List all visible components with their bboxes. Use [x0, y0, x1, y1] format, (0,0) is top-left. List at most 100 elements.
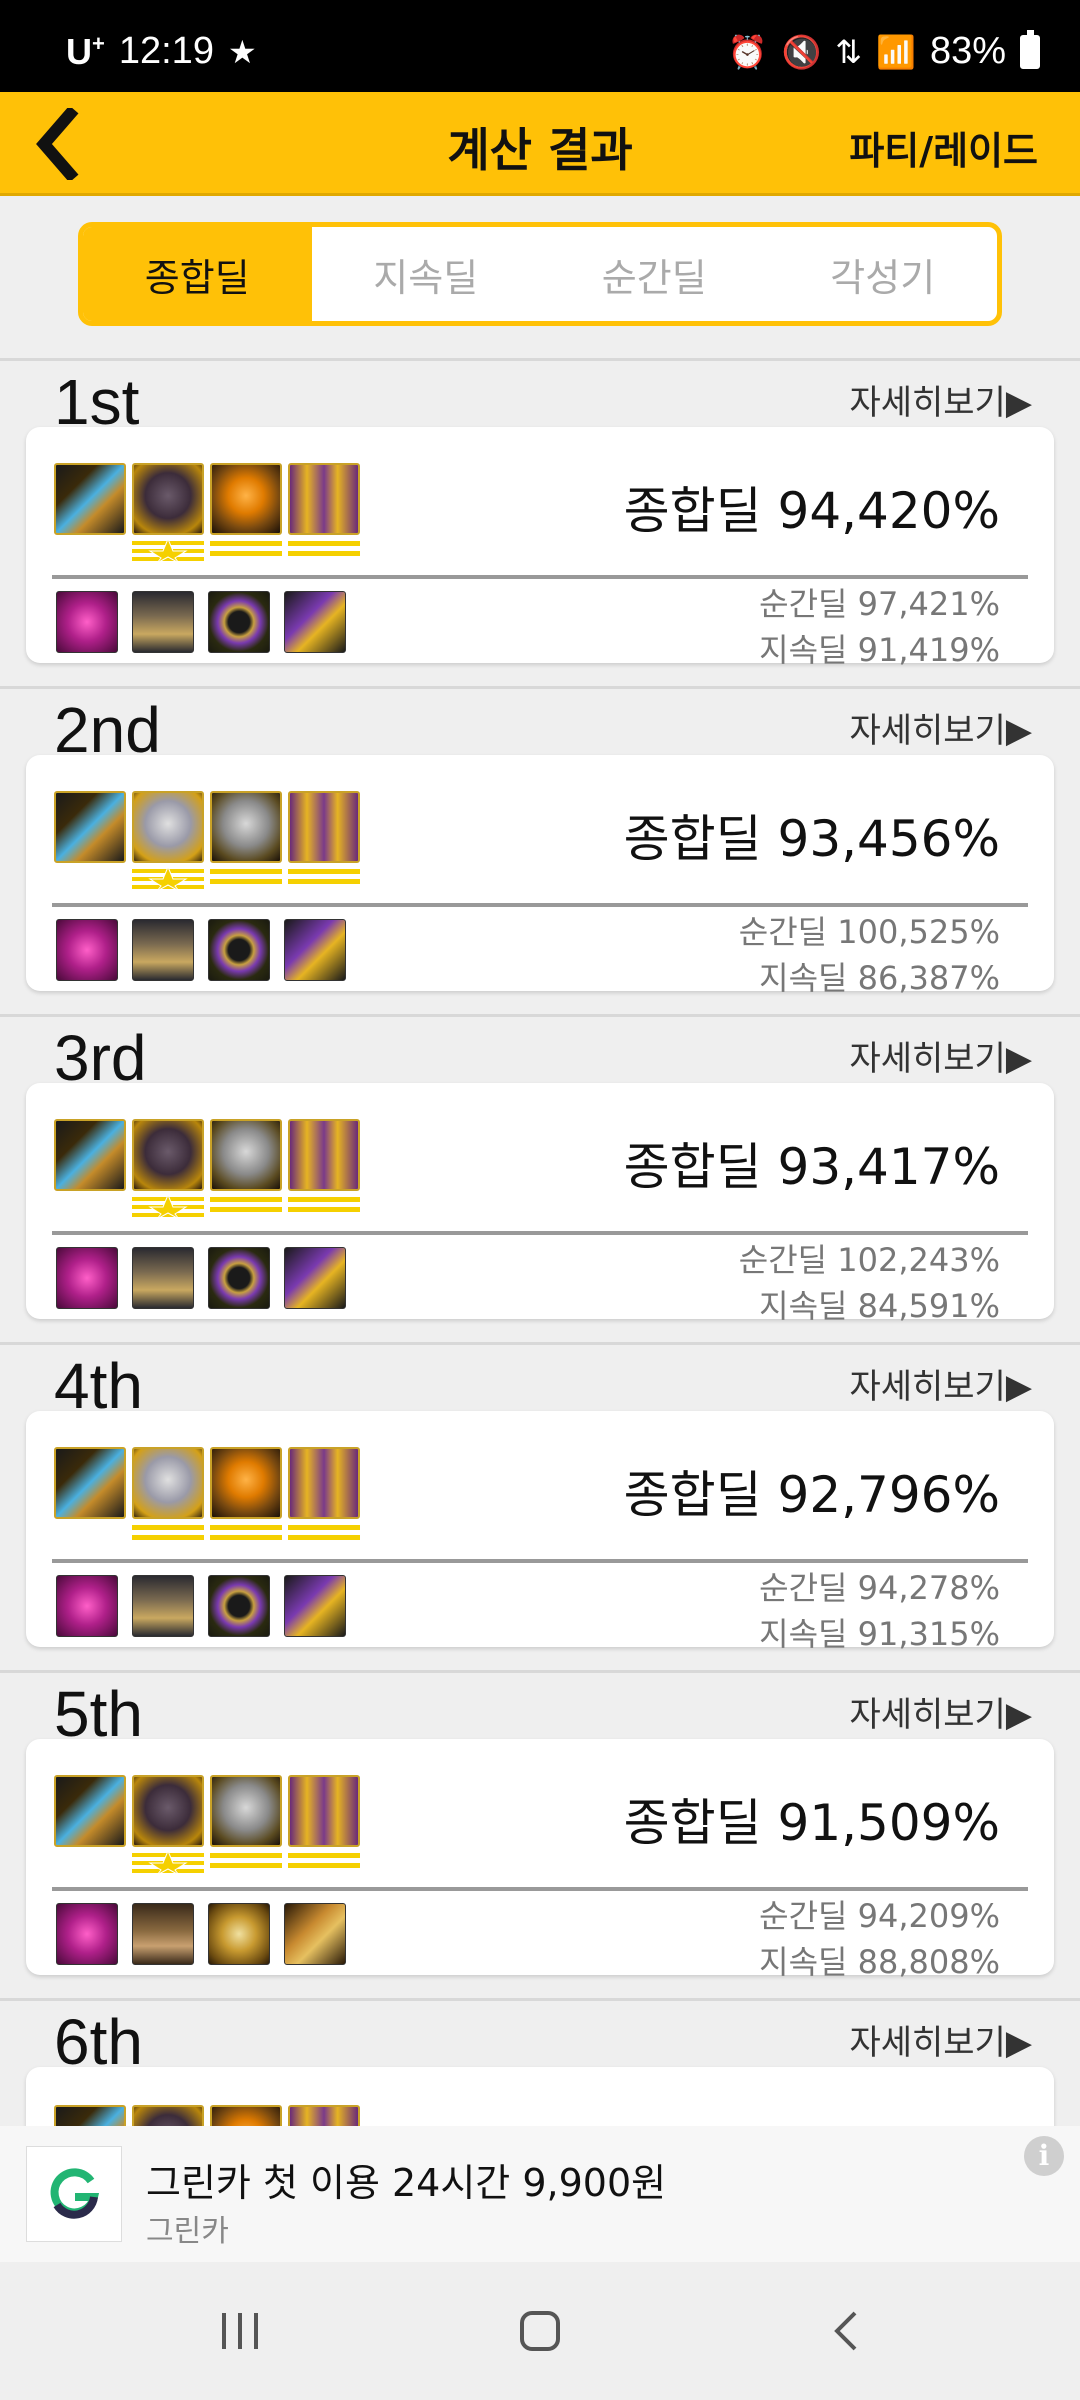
- pants-icon: [132, 1247, 194, 1309]
- ring-icon: [208, 919, 270, 981]
- weapon-icon: [54, 791, 126, 863]
- golden-relic-icon: [288, 1119, 360, 1191]
- total-damage-value: 종합딜 91,509%: [623, 1794, 1000, 1852]
- total-damage-value: 종합딜 93,456%: [623, 810, 1000, 868]
- weapon-icon: [54, 463, 126, 535]
- recent-apps-icon: [222, 2313, 258, 2349]
- detail-link[interactable]: 자세히보기▶: [849, 1687, 1032, 1736]
- helmet-icon: [210, 791, 282, 863]
- sustained-damage-value: 지속딜 86,387%: [759, 959, 1000, 997]
- tab-total-damage[interactable]: 종합딜: [83, 227, 312, 321]
- upgrade-bar: [288, 1197, 360, 1202]
- rank-section: 6th 자세히보기▶: [0, 2001, 1080, 2126]
- detail-link[interactable]: 자세히보기▶: [849, 1031, 1032, 1080]
- pants-icon: [132, 919, 194, 981]
- star-icon: ★: [227, 33, 257, 70]
- recent-apps-button[interactable]: [210, 2306, 270, 2356]
- detail-link[interactable]: 자세히보기▶: [849, 1359, 1032, 1408]
- tab-sustained-damage[interactable]: 지속딜: [312, 227, 541, 321]
- burst-damage-value: 순간딜 97,421%: [759, 585, 1000, 623]
- upgrade-bar: [288, 541, 360, 546]
- ring-icon: [208, 1575, 270, 1637]
- tab-awakening[interactable]: 각성기: [769, 227, 998, 321]
- upgrade-bar: [288, 1863, 360, 1868]
- result-card[interactable]: 종합딜 92,796% 순간딜 94,278% 지속딜 91,315%: [26, 1411, 1054, 1653]
- ad-title: 그린카 첫 이용 24시간 9,900원: [146, 2161, 667, 2205]
- golden-relic-icon: [288, 791, 360, 863]
- star-upgrade-icon: [132, 1195, 204, 1219]
- burst-damage-value: 순간딜 102,243%: [738, 1241, 1000, 1279]
- total-damage-value: 종합딜 93,417%: [623, 1138, 1000, 1196]
- clock: 12:19: [118, 30, 214, 72]
- rose-icon: [56, 1247, 118, 1309]
- pants-icon: [132, 591, 194, 653]
- upgrade-bar: [288, 879, 360, 884]
- system-nav-bar: [0, 2262, 1080, 2400]
- sustained-damage-value: 지속딜 91,419%: [759, 631, 1000, 669]
- ad-info-icon[interactable]: i: [1024, 2136, 1064, 2176]
- result-card[interactable]: 종합딜 93,456% 순간딜 100,525% 지속딜 86,387%: [26, 755, 1054, 997]
- upgrade-bar: [288, 1207, 360, 1212]
- weapon-icon: [54, 1447, 126, 1519]
- rank-section: 4th 자세히보기▶ 종합딜 92,796% 순간딜 94,278% 지속딜 9…: [0, 1345, 1080, 1673]
- rank-section: 2nd 자세히보기▶ 종합딜 93,456% 순간딜 100,525% 지속딜 …: [0, 689, 1080, 1017]
- star-upgrade-icon: [132, 1851, 204, 1875]
- ad-subtitle: 그린카: [146, 2214, 229, 2249]
- home-icon: [520, 2311, 560, 2351]
- total-damage-value: 종합딜 92,796%: [623, 1466, 1000, 1524]
- golden-relic-icon: [288, 463, 360, 535]
- shoes-icon: [284, 1903, 346, 1965]
- golden-relic-icon: [288, 1775, 360, 1847]
- battery-icon: [1020, 29, 1040, 69]
- upgrade-bar: [288, 1535, 360, 1540]
- lte-icon: ⇅: [835, 33, 863, 70]
- star-upgrade-icon: [132, 539, 204, 563]
- golden-relic-icon: [288, 1447, 360, 1519]
- rank-section: 3rd 자세히보기▶ 종합딜 93,417% 순간딜 102,243% 지속딜 …: [0, 1017, 1080, 1345]
- weapon-icon: [54, 1119, 126, 1191]
- result-card[interactable]: 종합딜 91,509% 순간딜 94,209% 지속딜 88,808%: [26, 1739, 1054, 1981]
- result-card[interactable]: 종합딜 94,420% 순간딜 97,421% 지속딜 91,419%: [26, 427, 1054, 669]
- orb-icon: [210, 463, 282, 535]
- orb-icon: [210, 2105, 282, 2126]
- upgrade-bar: [288, 1853, 360, 1858]
- upgrade-bar: [210, 1853, 282, 1858]
- rose-icon: [56, 919, 118, 981]
- system-back-button[interactable]: [816, 2306, 876, 2356]
- result-card[interactable]: 종합딜 93,417% 순간딜 102,243% 지속딜 84,591%: [26, 1083, 1054, 1325]
- mute-icon: 🔇: [781, 33, 822, 70]
- detail-link[interactable]: 자세히보기▶: [849, 703, 1032, 752]
- sustained-damage-value: 지속딜 91,315%: [759, 1615, 1000, 1653]
- ad-banner[interactable]: 그린카 첫 이용 24시간 9,900원 그린카 i: [0, 2126, 1080, 2262]
- greencar-logo: [26, 2146, 122, 2242]
- star-upgrade-icon: [132, 867, 204, 891]
- weapon-icon: [54, 1775, 126, 1847]
- shoes-icon: [284, 919, 346, 981]
- sustained-damage-value: 지속딜 84,591%: [759, 1287, 1000, 1325]
- upgrade-bar: [210, 551, 282, 556]
- detail-link[interactable]: 자세히보기▶: [849, 375, 1032, 424]
- home-button[interactable]: [510, 2306, 570, 2356]
- top-armor-icon: [132, 2105, 204, 2126]
- detail-link[interactable]: 자세히보기▶: [849, 2015, 1032, 2064]
- upgrade-bar: [288, 551, 360, 556]
- golden-relic-icon: [288, 2105, 360, 2126]
- chevron-left-icon: [834, 2311, 857, 2351]
- top-armor-icon: [132, 463, 204, 535]
- orb-icon: [210, 1447, 282, 1519]
- party-raid-button[interactable]: 파티/레이드: [849, 120, 1038, 175]
- result-card[interactable]: [26, 2067, 1054, 2126]
- upgrade-bar: [210, 1207, 282, 1212]
- sustained-damage-value: 지속딜 88,808%: [759, 1943, 1000, 1981]
- upgrade-bar: [210, 869, 282, 874]
- g-logo-icon: [50, 2168, 100, 2219]
- status-bar: U+ 12:19 ★ ⏰ 🔇 ⇅ 📶 83%: [0, 0, 1080, 92]
- total-damage-value: 종합딜 94,420%: [623, 482, 1000, 540]
- rose-icon: [56, 591, 118, 653]
- tab-burst-damage[interactable]: 순간딜: [540, 227, 769, 321]
- top-armor-icon: [132, 1447, 204, 1519]
- top-armor-icon: [132, 1775, 204, 1847]
- rank-section: 5th 자세히보기▶ 종합딜 91,509% 순간딜 94,209% 지속딜 8…: [0, 1673, 1080, 2001]
- alarm-icon: ⏰: [727, 33, 768, 70]
- top-armor-icon: [132, 791, 204, 863]
